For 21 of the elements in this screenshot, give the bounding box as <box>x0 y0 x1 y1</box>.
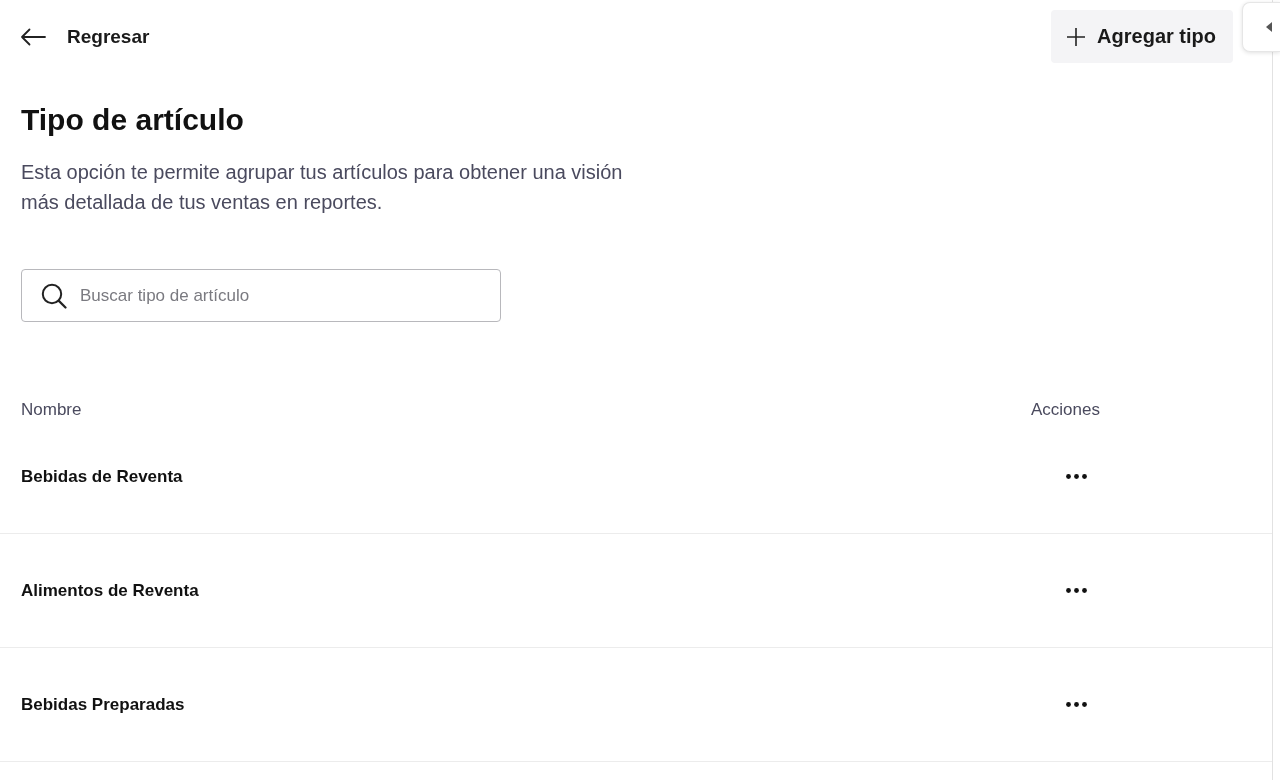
page-description: Esta opción te permite agrupar tus artículos para obtener una visión más detallada de tus ventas en reportes. <box>21 160 624 215</box>
type-name-cell: Bebidas de Reventa <box>21 466 183 486</box>
plus-icon <box>1067 27 1086 46</box>
search-field[interactable]: Buscar tipo de artículo <box>21 269 501 322</box>
ellipsis-icon <box>1065 588 1087 593</box>
ellipsis-icon <box>1065 702 1087 707</box>
more-actions-button[interactable] <box>1065 702 1087 707</box>
back-button[interactable]: Regresar <box>20 25 150 48</box>
arrow-left-icon <box>20 27 46 46</box>
ellipsis-icon <box>1065 474 1087 479</box>
type-name-cell: Bebidas Preparadas <box>21 694 185 714</box>
page-title: Tipo de artículo <box>21 102 244 138</box>
add-type-button[interactable]: Agregar tipo <box>1051 10 1233 63</box>
more-actions-button[interactable] <box>1065 588 1087 593</box>
column-header: Nombre <box>21 400 82 419</box>
search-icon <box>41 283 67 309</box>
more-actions-button[interactable] <box>1065 474 1087 479</box>
collapse-panel-handle[interactable] <box>1242 2 1280 52</box>
caret-left-icon <box>1266 22 1272 32</box>
column-header: Acciones <box>1031 400 1100 420</box>
type-name-cell: Alimentos de Reventa <box>21 580 199 600</box>
